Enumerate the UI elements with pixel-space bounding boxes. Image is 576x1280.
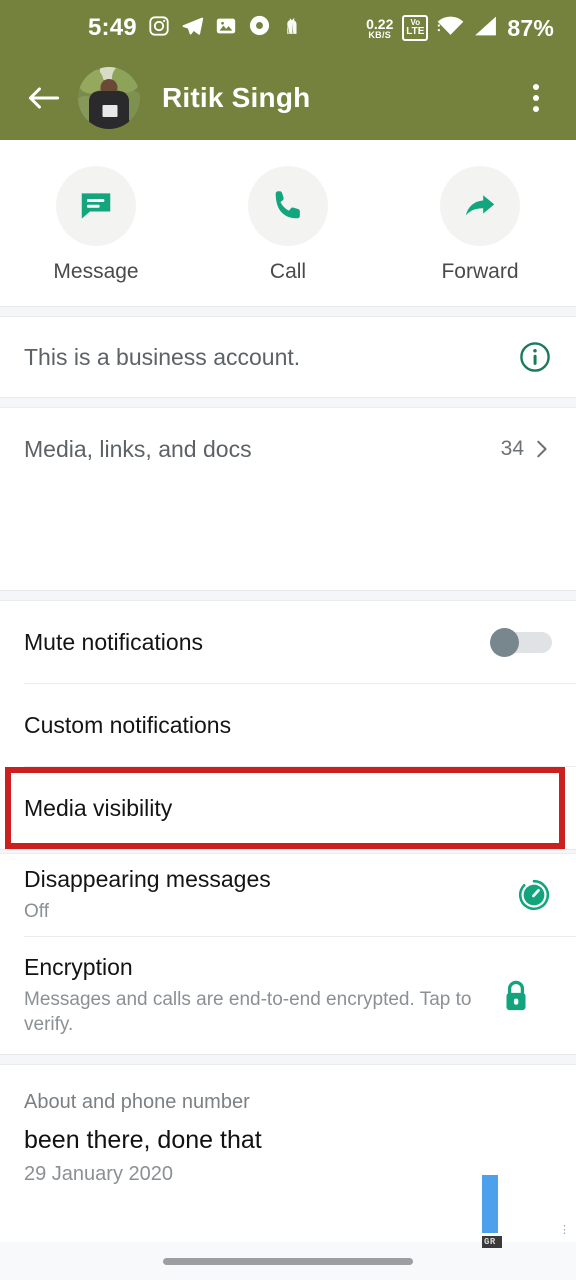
- media-row-texts: Media, links, and docs: [24, 435, 487, 464]
- more-options-button[interactable]: [516, 76, 556, 120]
- more-options-icon: [533, 84, 539, 90]
- forward-icon-circle: [440, 166, 520, 246]
- call-icon: [275, 191, 300, 219]
- encryption-texts: Encryption Messages and calls are end-to…: [24, 953, 486, 1038]
- about-status-text: been there, done that: [24, 1126, 262, 1155]
- encryption-description: Messages and calls are end-to-end encryp…: [24, 988, 472, 1036]
- media-visibility-label: Media visibility: [24, 794, 173, 821]
- whatsapp-contact-info-screen: 5:49 0.22 KB/S Vo LTE 87% Ritik Singh Me…: [0, 0, 576, 1280]
- notification-settings-section: Mute notifications Custom notifications …: [0, 601, 576, 849]
- encryption-label: Encryption: [24, 954, 133, 980]
- status-bar-right: 0.22 KB/S Vo LTE 87%: [366, 15, 554, 42]
- battery-percentage: 87%: [507, 14, 554, 41]
- section-separator: [0, 590, 576, 601]
- info-icon[interactable]: [518, 340, 552, 374]
- media-section: Media, links, and docs 34: [0, 408, 576, 590]
- message-icon-circle: [56, 166, 136, 246]
- media-links-docs-label: Media, links, and docs: [24, 435, 252, 462]
- business-account-texts: This is a business account.: [24, 343, 504, 372]
- avatar-figure-bib: [102, 105, 118, 118]
- disappearing-right: [516, 877, 552, 913]
- signal-icon: [473, 15, 498, 42]
- message-icon: [81, 193, 111, 219]
- disappearing-messages-row[interactable]: Disappearing messages Off: [0, 854, 576, 936]
- toggle-knob: [490, 628, 519, 657]
- forward-icon: [465, 195, 495, 216]
- about-status-date: 29 January 2020: [24, 1163, 174, 1186]
- app-icon: [282, 15, 303, 42]
- telegram-icon: [181, 15, 204, 42]
- message-action-button[interactable]: Message: [0, 166, 192, 284]
- section-separator: [0, 306, 576, 317]
- encryption-right: [500, 978, 532, 1014]
- message-action-label: Message: [53, 260, 139, 283]
- encryption-row[interactable]: Encryption Messages and calls are end-to…: [0, 937, 576, 1055]
- status-time: 5:49: [88, 14, 137, 41]
- chevron-right-icon: [537, 440, 547, 458]
- call-action-label: Call: [269, 260, 307, 283]
- business-account-right: [518, 340, 552, 374]
- business-section: This is a business account.: [0, 317, 576, 397]
- back-arrow-icon: [28, 87, 60, 109]
- watermark-dots: ⋮: [559, 1224, 570, 1236]
- timer-icon: [519, 879, 550, 911]
- quick-actions: Message Call Forward: [0, 140, 576, 306]
- custom-notifications-label: Custom notifications: [24, 711, 232, 738]
- watermark-blue-bar: [482, 1175, 498, 1233]
- custom-row-texts: Custom notifications: [24, 711, 552, 740]
- more-options-dot: [533, 95, 539, 101]
- mute-notifications-toggle[interactable]: [490, 628, 552, 657]
- data-rate-unit: KB/S: [368, 29, 392, 40]
- business-account-row[interactable]: This is a business account.: [0, 317, 576, 397]
- data-rate-value: 0.22: [366, 15, 394, 32]
- watermark-label: GR: [482, 1236, 502, 1248]
- status-bar: 5:49 0.22 KB/S Vo LTE 87%: [0, 0, 576, 56]
- media-links-docs-row[interactable]: Media, links, and docs 34: [0, 408, 576, 490]
- business-account-label: This is a business account.: [24, 343, 301, 370]
- avatar[interactable]: [78, 67, 140, 129]
- media-visibility-highlight-wrapper: Media visibility: [0, 767, 576, 849]
- disappearing-messages-label: Disappearing messages: [24, 866, 271, 893]
- status-bar-left: 5:49: [0, 14, 303, 42]
- disappearing-messages-value: Off: [24, 901, 49, 923]
- volte-bottom: LTE: [406, 26, 425, 37]
- more-options-dot: [533, 106, 539, 112]
- media-count: 34: [500, 437, 524, 460]
- custom-notifications-row[interactable]: Custom notifications: [0, 684, 576, 766]
- instagram-icon: [148, 15, 170, 42]
- mute-notifications-label: Mute notifications: [24, 628, 203, 655]
- section-separator: [0, 397, 576, 408]
- mute-notifications-row[interactable]: Mute notifications: [0, 601, 576, 683]
- media-thumbnails-placeholder: [0, 490, 576, 590]
- app-bar: Ritik Singh: [0, 56, 576, 140]
- page-title: Ritik Singh: [162, 82, 311, 113]
- disappearing-texts: Disappearing messages Off: [24, 865, 502, 924]
- watermark-logo-fragment: GR: [482, 1175, 502, 1248]
- mute-row-texts: Mute notifications: [24, 628, 476, 657]
- call-action-button[interactable]: Call: [192, 166, 384, 284]
- call-icon-circle: [248, 166, 328, 246]
- music-ring-icon: [248, 14, 271, 42]
- wifi-icon: [437, 15, 464, 42]
- home-gesture-pill[interactable]: [163, 1257, 413, 1265]
- lock-icon: [506, 980, 526, 1010]
- mute-row-right: [490, 628, 552, 657]
- media-visibility-row[interactable]: Media visibility: [0, 767, 576, 849]
- section-separator: [0, 1054, 576, 1066]
- header: 5:49 0.22 KB/S Vo LTE 87% Ritik Singh: [0, 0, 576, 140]
- volte-icon: Vo LTE: [402, 15, 429, 41]
- media-row-right: 34: [501, 437, 552, 461]
- forward-action-button[interactable]: Forward: [384, 166, 576, 284]
- gallery-icon: [215, 15, 237, 42]
- data-rate-indicator: 0.22 KB/S: [366, 17, 393, 40]
- back-button[interactable]: [22, 76, 66, 120]
- media-visibility-texts: Media visibility: [24, 794, 552, 823]
- about-section-label: About and phone number: [24, 1091, 250, 1114]
- forward-action-label: Forward: [441, 260, 519, 283]
- privacy-section: Disappearing messages Off Encryption Mes…: [0, 854, 576, 1055]
